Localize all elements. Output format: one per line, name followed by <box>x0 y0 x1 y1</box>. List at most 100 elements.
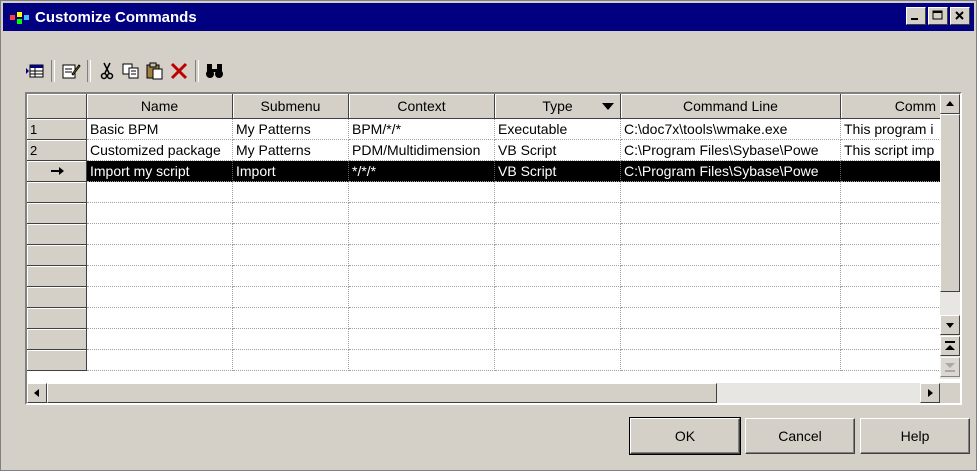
cell-type[interactable] <box>495 203 621 224</box>
row-header[interactable] <box>27 161 87 182</box>
cell-comment[interactable] <box>841 329 940 350</box>
cell-name[interactable] <box>87 245 233 266</box>
row-header[interactable]: 2 <box>27 140 87 161</box>
table-row[interactable] <box>27 182 940 203</box>
cell-context[interactable]: */*/* <box>349 161 495 182</box>
cell-command-line[interactable] <box>621 350 841 371</box>
cell-context[interactable] <box>349 266 495 287</box>
table-row[interactable] <box>27 224 940 245</box>
row-header[interactable] <box>27 182 87 203</box>
cell-comment[interactable] <box>841 203 940 224</box>
cell-command-line[interactable] <box>621 329 841 350</box>
row-header[interactable]: 1 <box>27 119 87 140</box>
cell-submenu[interactable] <box>233 308 349 329</box>
cut-button[interactable] <box>95 59 119 83</box>
table-row[interactable]: 2 Customized package My Patterns PDM/Multid… <box>27 140 940 161</box>
cell-type[interactable]: VB Script <box>495 140 621 161</box>
maximize-button[interactable] <box>928 7 948 25</box>
cell-submenu[interactable] <box>233 266 349 287</box>
scroll-right-button[interactable] <box>920 383 940 403</box>
table-row[interactable]: 1 Basic BPM My Patterns BPM/*/* Executable C:… <box>27 119 940 140</box>
row-header[interactable] <box>27 350 87 371</box>
cell-context[interactable] <box>349 287 495 308</box>
cell-type[interactable] <box>495 308 621 329</box>
cell-comment[interactable] <box>841 182 940 203</box>
cell-comment[interactable]: This script imp <box>841 140 940 161</box>
cell-command-line[interactable] <box>621 224 841 245</box>
scroll-up-button[interactable] <box>940 94 960 114</box>
cell-submenu[interactable] <box>233 350 349 371</box>
cell-name[interactable] <box>87 224 233 245</box>
cell-type[interactable] <box>495 182 621 203</box>
cell-command-line[interactable] <box>621 287 841 308</box>
table-row[interactable] <box>27 287 940 308</box>
scroll-page-down-button[interactable] <box>940 357 960 377</box>
row-header[interactable] <box>27 266 87 287</box>
table-row[interactable]: Import my script Import */*/* VB Script C:\P… <box>27 161 940 182</box>
horizontal-scroll-thumb[interactable] <box>47 383 717 403</box>
cell-comment[interactable]: This program i <box>841 119 940 140</box>
table-row[interactable] <box>27 329 940 350</box>
cancel-button[interactable]: Cancel <box>745 418 855 454</box>
cell-name[interactable] <box>87 266 233 287</box>
cell-comment[interactable] <box>841 224 940 245</box>
row-header[interactable] <box>27 308 87 329</box>
cell-comment[interactable] <box>841 308 940 329</box>
cell-context[interactable] <box>349 224 495 245</box>
vertical-scroll-thumb[interactable] <box>940 114 960 292</box>
scroll-left-button[interactable] <box>27 383 47 403</box>
table-row[interactable] <box>27 266 940 287</box>
horizontal-scrollbar[interactable] <box>27 383 940 403</box>
column-header-context[interactable]: Context <box>349 94 495 119</box>
properties-button[interactable] <box>23 59 47 83</box>
cell-name[interactable]: Import my script <box>87 161 233 182</box>
cell-name[interactable] <box>87 203 233 224</box>
row-header[interactable] <box>27 245 87 266</box>
cell-submenu[interactable] <box>233 245 349 266</box>
cell-comment[interactable] <box>841 266 940 287</box>
cell-command-line[interactable]: C:\Program Files\Sybase\Powe <box>621 161 841 182</box>
cell-name[interactable]: Basic BPM <box>87 119 233 140</box>
row-header[interactable] <box>27 203 87 224</box>
cell-type[interactable] <box>495 266 621 287</box>
find-button[interactable] <box>203 59 227 83</box>
help-button[interactable]: Help <box>860 418 970 454</box>
cell-context[interactable] <box>349 308 495 329</box>
vertical-scrollbar[interactable] <box>940 94 960 379</box>
cell-name[interactable] <box>87 287 233 308</box>
cell-submenu[interactable] <box>233 329 349 350</box>
cell-command-line[interactable] <box>621 245 841 266</box>
cell-type[interactable] <box>495 224 621 245</box>
cell-comment[interactable] <box>841 287 940 308</box>
cell-name[interactable]: Customized package <box>87 140 233 161</box>
column-header-name[interactable]: Name <box>87 94 233 119</box>
row-header[interactable] <box>27 329 87 350</box>
cell-type[interactable]: Executable <box>495 119 621 140</box>
cell-context[interactable] <box>349 203 495 224</box>
title-bar[interactable]: Customize Commands <box>3 3 974 31</box>
cell-command-line[interactable]: C:\doc7x\tools\wmake.exe <box>621 119 841 140</box>
close-button[interactable] <box>950 7 970 25</box>
cell-command-line[interactable]: C:\Program Files\Sybase\Powe <box>621 140 841 161</box>
column-header-type[interactable]: Type <box>495 94 621 119</box>
scroll-down-button[interactable] <box>940 315 960 335</box>
cell-context[interactable] <box>349 182 495 203</box>
cell-comment[interactable] <box>841 350 940 371</box>
corner-header[interactable] <box>27 94 87 119</box>
cell-name[interactable] <box>87 182 233 203</box>
cell-comment[interactable] <box>841 245 940 266</box>
column-header-submenu[interactable]: Submenu <box>233 94 349 119</box>
cell-comment[interactable] <box>841 161 940 182</box>
delete-button[interactable] <box>167 59 191 83</box>
ok-button[interactable]: OK <box>629 417 741 455</box>
sort-dropdown-icon[interactable] <box>602 103 614 111</box>
cell-command-line[interactable] <box>621 203 841 224</box>
row-header[interactable] <box>27 224 87 245</box>
minimize-button[interactable] <box>906 7 926 25</box>
cell-command-line[interactable] <box>621 182 841 203</box>
cell-submenu[interactable] <box>233 182 349 203</box>
cell-type[interactable] <box>495 350 621 371</box>
cell-name[interactable] <box>87 308 233 329</box>
cell-type[interactable] <box>495 245 621 266</box>
scroll-page-up-button[interactable] <box>940 336 960 356</box>
